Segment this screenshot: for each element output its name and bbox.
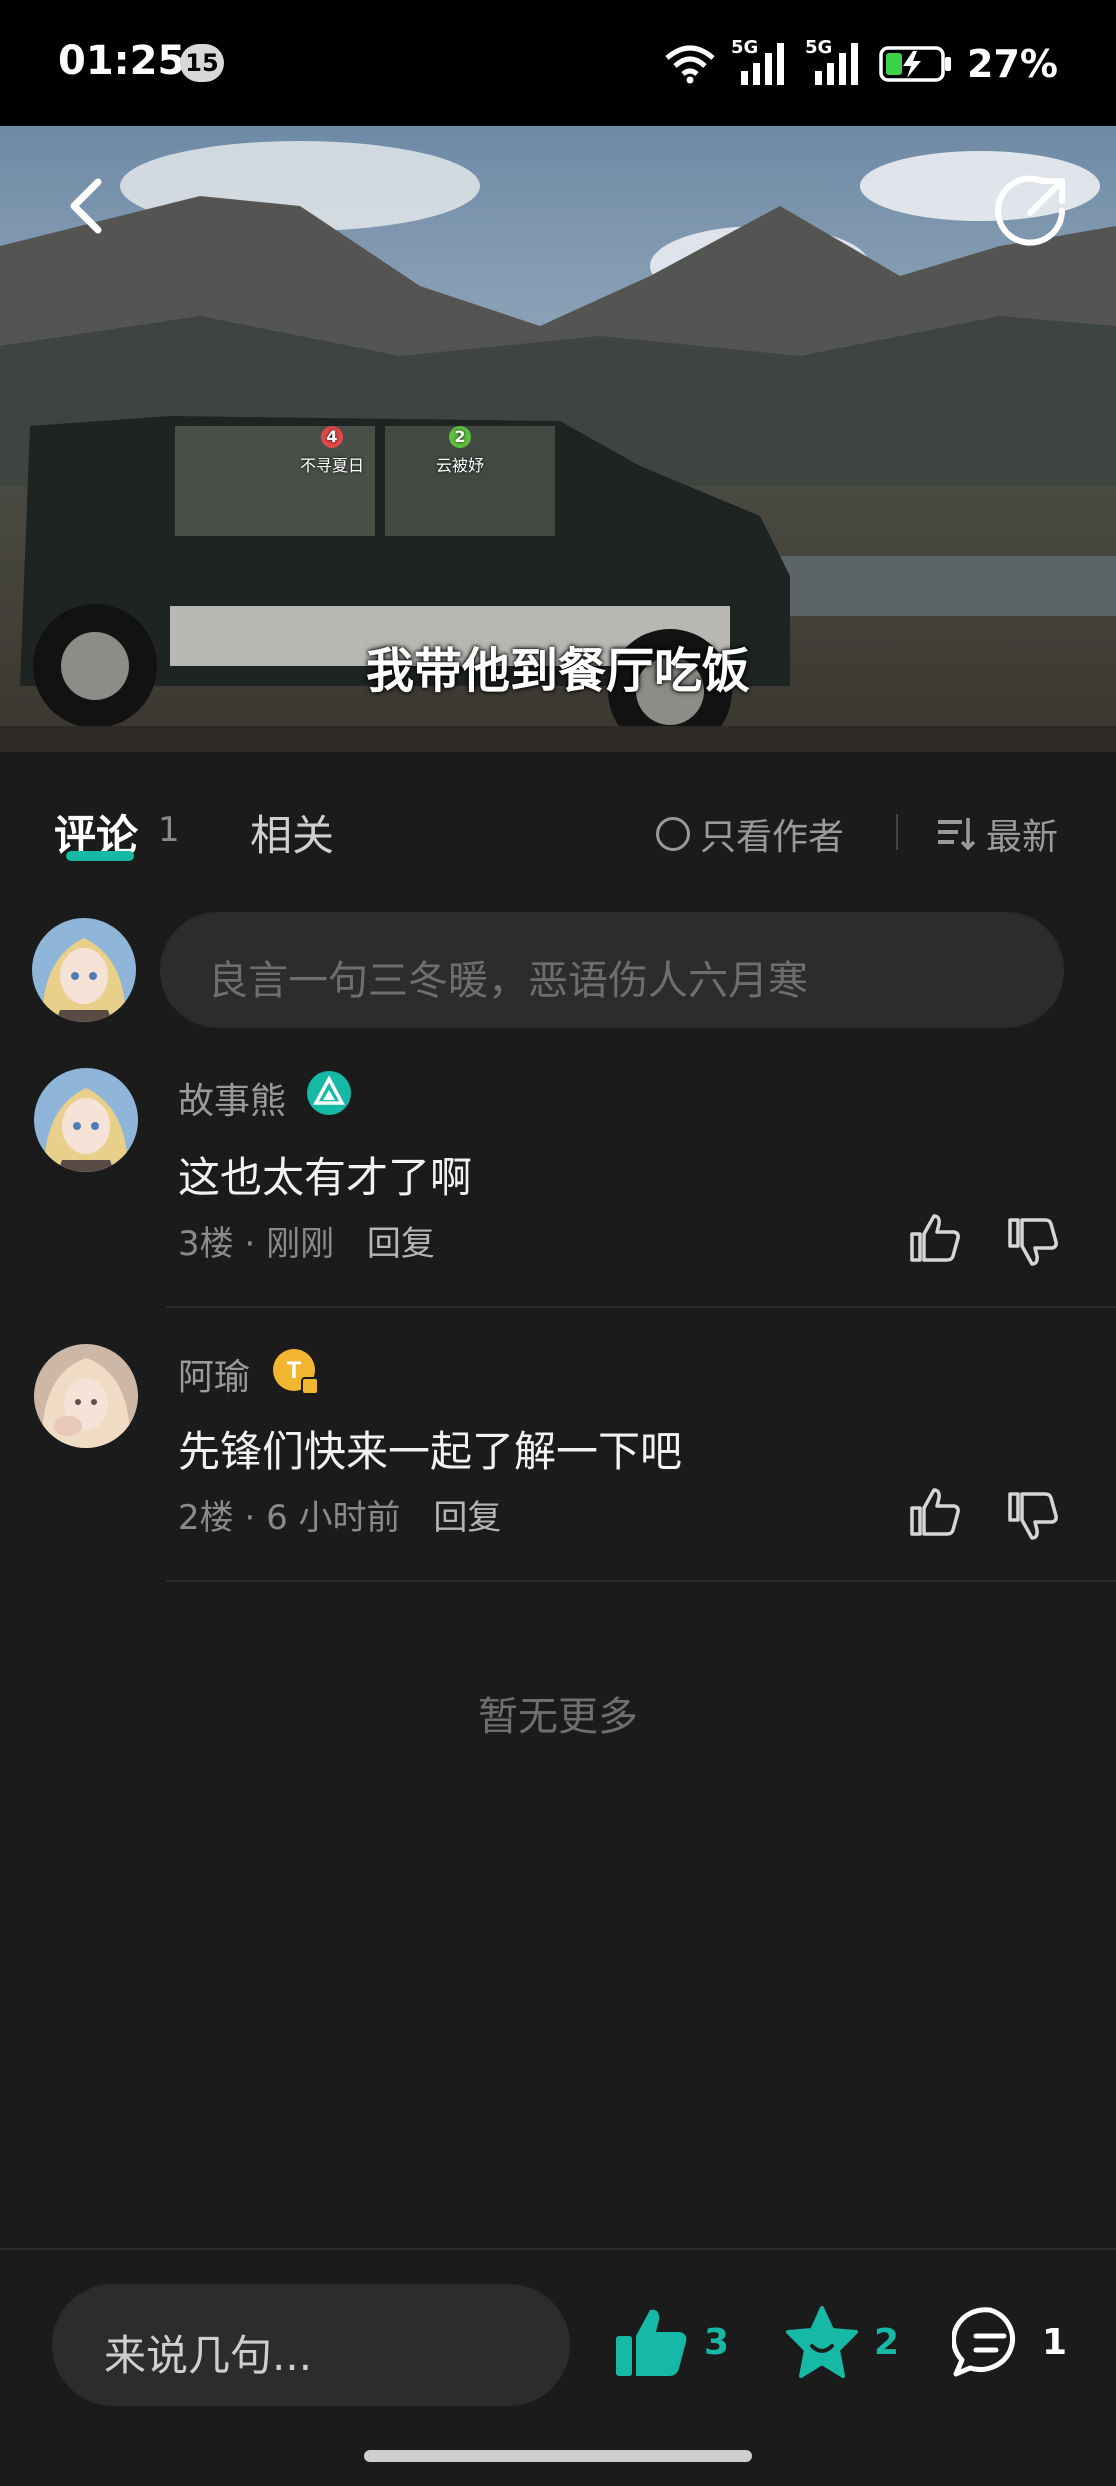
star-filled-icon	[786, 2306, 858, 2378]
verified-badge-icon	[307, 1071, 351, 1115]
home-indicator[interactable]	[364, 2450, 752, 2462]
video-subtitle: 我带他到餐厅吃饭	[365, 643, 750, 699]
comment-count: 1	[1042, 2321, 1068, 2363]
like-action[interactable]: 3	[614, 2306, 729, 2378]
like-button[interactable]	[906, 1210, 962, 1266]
notification-count-badge: 15	[180, 44, 224, 82]
tab-related[interactable]: 相关	[250, 802, 334, 863]
thumbs-down-icon	[1008, 1218, 1058, 1266]
thumbs-up-filled-icon	[616, 2309, 687, 2376]
favorite-count: 2	[874, 2321, 900, 2363]
signal-icon-1: 5G	[731, 37, 791, 87]
sort-button[interactable]: 最新	[936, 808, 1058, 860]
no-more-text: 暂无更多	[478, 1694, 638, 1740]
comment-tabs: 评论 1 相关 只看作者 最新	[0, 752, 1116, 912]
share-icon	[995, 175, 1065, 246]
comment-meta: 3楼 · 刚刚 回复	[178, 1224, 435, 1264]
comment-text: 先锋们快来一起了解一下吧	[178, 1427, 683, 1476]
say-something-input[interactable]: 来说几句...	[52, 2284, 570, 2406]
comment-floor: 3楼	[178, 1224, 234, 1264]
favorite-action[interactable]: 2	[784, 2306, 899, 2378]
comment-meta: 2楼 · 6 小时前 回复	[178, 1498, 502, 1538]
author-only-toggle[interactable]: 只看作者	[656, 808, 844, 860]
signal-icon-2: 5G	[805, 37, 865, 87]
comment-avatar[interactable]	[34, 1068, 138, 1172]
battery-icon	[879, 46, 952, 82]
player-tag: 2 云被妤	[436, 426, 485, 475]
status-icons: 5G 5G 27%	[663, 36, 1058, 92]
video-player[interactable]: 4 不寻夏日 2 云被妤 我带他到餐厅吃饭	[0, 126, 1116, 752]
thumbs-down-icon	[1008, 1492, 1058, 1540]
say-something-placeholder: 来说几句...	[104, 2331, 313, 2380]
comment-bubble-icon	[952, 2307, 1015, 2377]
comment-time: 6 小时前	[266, 1498, 401, 1538]
comment-item: 阿瑜 T 先锋们快来一起了解一下吧 2楼 · 6 小时前 回复	[0, 1336, 1116, 1586]
comment-floor: 2楼	[178, 1498, 234, 1538]
my-avatar[interactable]	[32, 918, 136, 1022]
comment-item: 故事熊 这也太有才了啊 3楼 · 刚刚 回复	[0, 1060, 1116, 1310]
wifi-icon	[665, 45, 715, 84]
dislike-button[interactable]	[1004, 1214, 1060, 1270]
comments-count: 1	[158, 810, 180, 850]
share-button[interactable]	[992, 171, 1072, 251]
sort-icon	[938, 818, 976, 851]
comment-divider	[166, 1306, 1116, 1308]
divider	[896, 814, 898, 850]
comment-action[interactable]: 1	[952, 2306, 1067, 2378]
back-button[interactable]	[58, 176, 118, 236]
comment-username[interactable]: 故事熊	[178, 1072, 286, 1124]
comment-time: 刚刚	[266, 1224, 335, 1264]
status-bar: 01:25 15 5G 5G 27%	[0, 0, 1116, 126]
comment-username[interactable]: 阿瑜	[178, 1348, 250, 1400]
player-tag: 4 不寻夏日	[300, 426, 365, 475]
like-count: 3	[704, 2321, 730, 2363]
radio-icon	[656, 817, 690, 851]
clock: 01:25	[58, 38, 186, 84]
like-button[interactable]	[906, 1484, 962, 1540]
comment-avatar[interactable]	[34, 1344, 138, 1448]
reply-button[interactable]: 回复	[433, 1498, 501, 1538]
level-badge-icon: T	[273, 1349, 319, 1395]
comment-input[interactable]: 良言一句三冬暖，恶语伤人六月寒	[160, 912, 1064, 1028]
thumbs-up-icon	[910, 1214, 960, 1262]
thumbs-up-icon	[910, 1488, 960, 1536]
svg-text:T: T	[287, 1357, 302, 1384]
comment-divider	[166, 1580, 1116, 1582]
comment-text: 这也太有才了啊	[178, 1153, 473, 1202]
active-tab-indicator	[66, 851, 134, 861]
reply-button[interactable]: 回复	[367, 1224, 435, 1264]
dislike-button[interactable]	[1004, 1488, 1060, 1544]
chevron-left-icon	[70, 178, 102, 234]
battery-percent: 27%	[967, 42, 1058, 86]
comment-input-placeholder: 良言一句三冬暖，恶语伤人六月寒	[208, 958, 808, 1004]
